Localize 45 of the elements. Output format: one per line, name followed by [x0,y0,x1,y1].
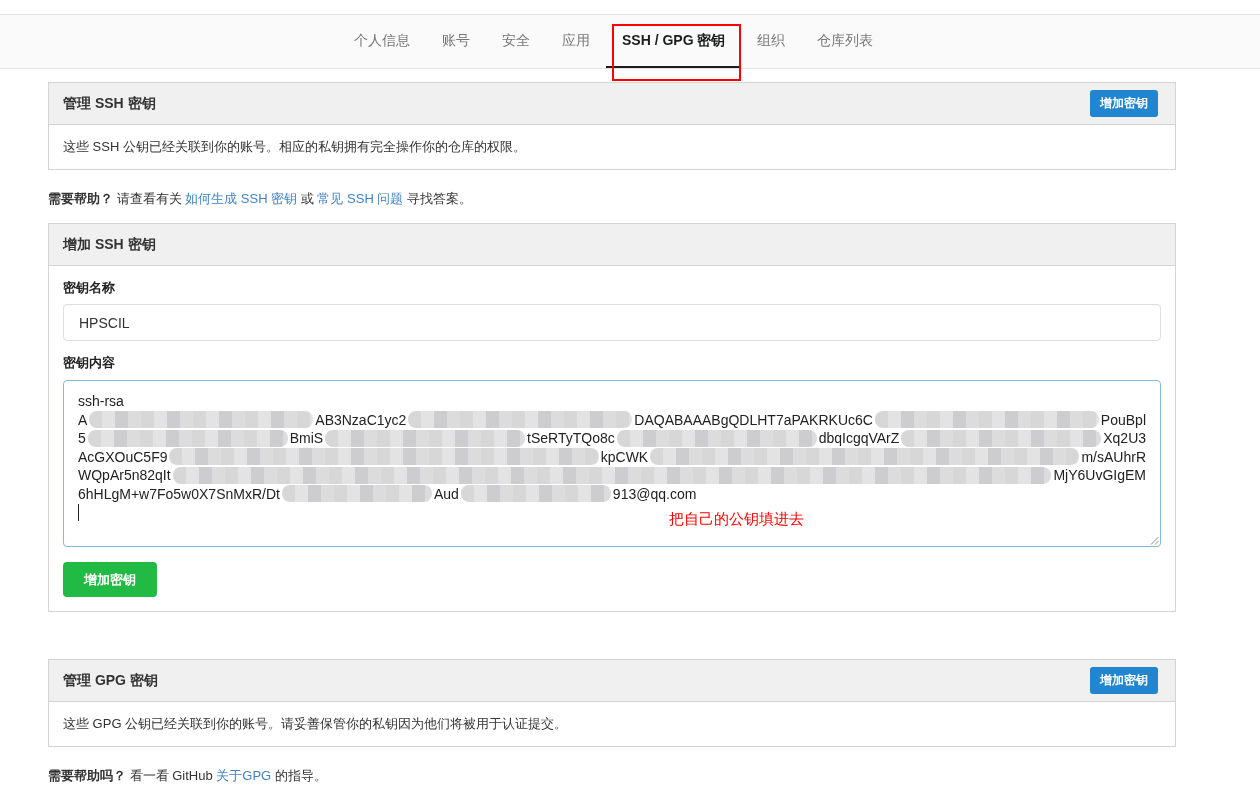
field-label: 密钥内容 [63,355,116,371]
key-text: ssh-rsa [78,392,124,411]
key-text: AB3NzaC1yc2 [315,410,407,429]
nav-tab[interactable]: 账号 [426,15,486,68]
help-link[interactable]: 常见 SSH 问题 [317,191,404,206]
add-key-button[interactable]: 增加密钥 [63,562,157,597]
key-text: 913@qq.com [612,484,697,503]
card-description: 这些 SSH 公钥已经关联到你的账号。相应的私钥拥有完全操作你的仓库的权限。 [62,138,527,156]
key-text: dbqIcgqVArZ [818,429,900,448]
key-text: BmiS [289,429,324,448]
annotation-note: 把自己的公钥填进去 [669,509,804,529]
key-text: tSeRTyTQo8c [527,429,615,448]
help-link[interactable]: 关于GPG [216,768,272,783]
add-key-button[interactable]: 增加密钥 [1090,90,1158,117]
key-text: 5 [78,429,86,448]
key-text: MjY6UvGIgEM [1053,466,1146,485]
card-description: 这些 GPG 公钥已经关联到你的账号。请妥善保管你的私钥因为他们将被用于认证提交。 [62,715,569,733]
key-text: 6hHLgM+w7Fo5w0X7SnMxR/Dt [78,484,280,503]
card-title: 管理 GPG 密钥 [63,671,158,690]
help-text: 需要帮助？ 请查看有关 如何生成 SSH 密钥 或 常见 SSH 问题 寻找答案。 [48,190,474,208]
nav-tab[interactable]: SSH / GPG 密钥 [606,15,742,68]
card-title: 增加 SSH 密钥 [63,235,156,254]
nav-tab[interactable]: 组织 [741,15,802,68]
key-text: kpCWK [600,447,649,466]
help-text: 需要帮助吗？ 看一看 GitHub 关于GPG 的指导。 [48,767,328,785]
key-text: m/sAUhrR [1081,447,1146,466]
resize-grip-icon[interactable] [1150,536,1159,545]
add-key-button[interactable]: 增加密钥 [1090,667,1158,694]
textarea-field[interactable]: ssh-rsa A AB3NzaC1yc2 DAQABAAABgQDLHT7aPAKRKUc6C PouBpl 5 BmiS tSeRTyTQo8c dbqIcgqVArZ Xq2U3 AcGXOuC5F9 kpCWK m/sAUhrR WQpAr5n82qIt MjY6UvGIgEM 6hHLgM+w7Fo5w0X7SnMxR/Dt Aud 913@qq.com 把自己的公钥填进去 [63,380,1161,547]
nav-tab[interactable]: 仓库列表 [801,15,890,68]
key-text: PouBpl [1100,410,1146,429]
text-caret-icon [78,503,79,521]
key-text: A [78,410,88,429]
key-text: WQpAr5n82qIt [78,466,171,485]
key-text: AcGXOuC5F9 [78,447,168,466]
text-field[interactable]: HPSCIL [63,304,1161,341]
card-title: 管理 SSH 密钥 [63,94,156,113]
help-link[interactable]: 如何生成 SSH 密钥 [185,191,298,206]
field-label: 密钥名称 [63,280,116,296]
nav-tab[interactable]: 个人信息 [338,15,426,68]
key-text: Xq2U3 [1103,429,1147,448]
key-text: DAQABAAABgQDLHT7aPAKRKUc6C [634,410,873,429]
nav-tab[interactable]: 安全 [486,15,546,68]
key-text: Aud [433,484,459,503]
nav-tab[interactable]: 应用 [546,15,606,68]
